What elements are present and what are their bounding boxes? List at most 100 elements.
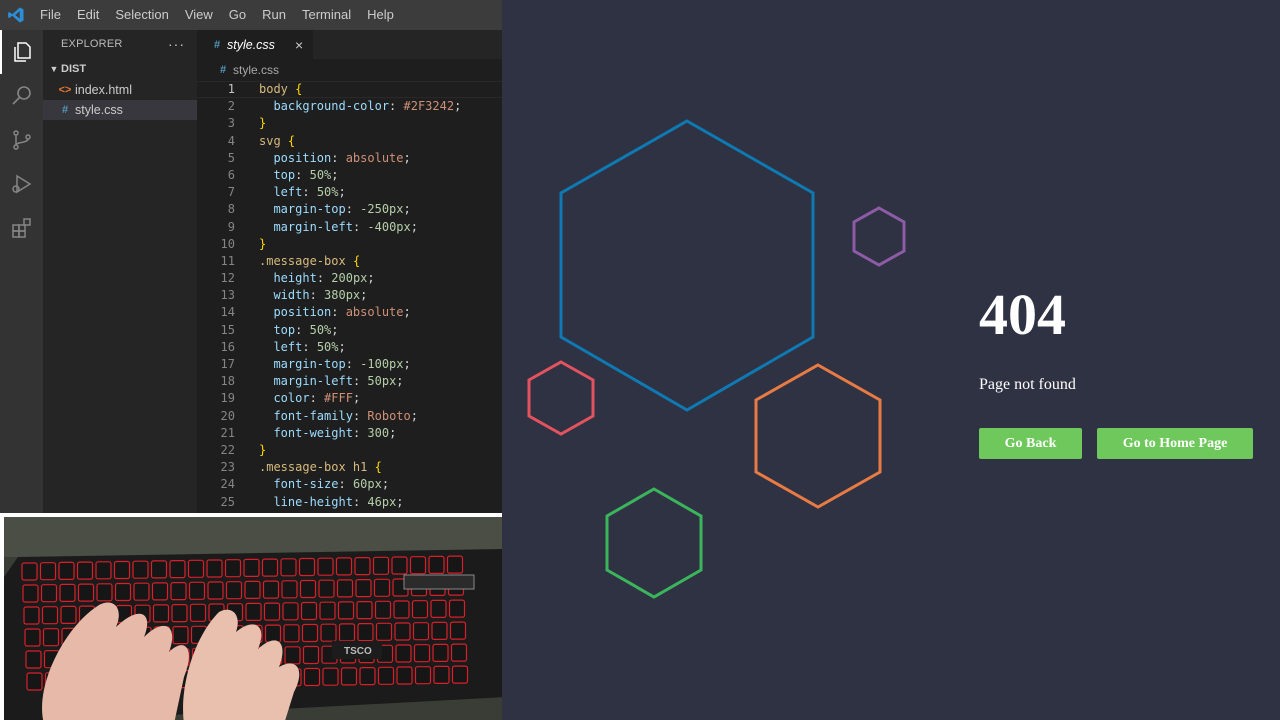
breadcrumb[interactable]: # style.css — [197, 59, 502, 81]
search-icon[interactable] — [0, 74, 43, 118]
code-token: ; — [410, 219, 418, 234]
keyboard-key — [354, 556, 371, 576]
code-line[interactable]: 15 top: 50%; — [197, 322, 502, 339]
code-editor[interactable]: 1 body {2 background-color: #2F3242; 3} 4 sv… — [197, 81, 502, 511]
line-number: 21 — [220, 425, 235, 440]
code-token: : — [352, 374, 368, 389]
code-token: { — [352, 253, 361, 268]
code-line[interactable]: 22} — [197, 442, 502, 459]
code-line[interactable]: 25 line-height: 46px; — [197, 494, 502, 511]
code-token: left — [273, 339, 303, 354]
code-token: position — [273, 305, 332, 320]
folder-dist[interactable]: ▼ DIST — [43, 58, 197, 80]
code-line[interactable]: 19 color: #FFF; — [197, 390, 502, 407]
keyboard-key — [282, 602, 299, 621]
code-token: ; — [338, 185, 346, 200]
line-number: 2 — [227, 99, 235, 114]
code-line[interactable]: 3} — [197, 115, 502, 132]
code-line[interactable]: 20 font-family: Roboto; — [197, 408, 502, 425]
menu-edit[interactable]: Edit — [69, 0, 107, 30]
keyboard-key — [42, 628, 60, 647]
code-line[interactable]: 24 font-size: 60px; — [197, 476, 502, 493]
keyboard-key — [300, 601, 318, 621]
keyboard-key — [96, 583, 113, 602]
line-number: 12 — [220, 271, 235, 286]
code-line[interactable]: 11 .message-box { — [197, 253, 502, 270]
code-token: ; — [403, 150, 411, 165]
code-line[interactable]: 2 background-color: #2F3242; — [197, 98, 502, 115]
code-line[interactable]: 23 .message-box h1 { — [197, 459, 502, 476]
code-line[interactable]: 14 position: absolute; — [197, 304, 502, 321]
line-number: 23 — [220, 460, 235, 475]
code-line[interactable]: 8 margin-top: -250px; — [197, 201, 502, 218]
code-line[interactable]: 16 left: 50%; — [197, 339, 502, 356]
file-name: style.css — [75, 103, 123, 117]
code-token: : — [352, 425, 368, 440]
line-number: 5 — [227, 150, 235, 165]
message-box: 404 Page not found Go Back Go to Home Pa… — [979, 280, 1279, 459]
keyboard-key — [95, 561, 112, 580]
code-line[interactable]: 12 height: 200px; — [197, 270, 502, 287]
line-number: 17 — [220, 357, 235, 371]
css-file-icon: # — [219, 64, 227, 76]
code-line[interactable]: 10} — [197, 236, 502, 253]
source-control-icon[interactable] — [0, 118, 43, 162]
line-number: 13 — [220, 288, 235, 303]
code-line[interactable]: 5 position: absolute; — [197, 150, 502, 167]
file-style-css[interactable]: # style.css — [43, 100, 197, 120]
line-number: 7 — [227, 185, 235, 200]
hexagon-orange-medium — [754, 363, 882, 509]
explorer-header: EXPLORER ··· — [43, 30, 197, 58]
keyboard-key — [244, 580, 261, 600]
menu-help[interactable]: Help — [359, 0, 402, 30]
line-content: font-weight: 300; — [235, 425, 396, 442]
line-number: 8 — [227, 202, 235, 217]
go-home-button[interactable]: Go to Home Page — [1097, 428, 1253, 459]
code-token: margin-top — [273, 357, 346, 371]
menu-file[interactable]: File — [32, 0, 69, 30]
code-token: ; — [396, 494, 404, 509]
keyboard-key — [299, 579, 317, 599]
line-number: 18 — [220, 374, 235, 389]
tab-style-css[interactable]: # style.css × — [197, 30, 314, 59]
keyboard-key — [114, 582, 132, 602]
keyboard-key — [448, 599, 466, 618]
code-token: ; — [410, 408, 418, 423]
code-line[interactable]: 6 top: 50%; — [197, 167, 502, 184]
code-line[interactable]: 17 margin-top: -100px; — [197, 356, 502, 373]
code-token: ; — [367, 271, 375, 286]
code-token: font-family — [273, 408, 353, 423]
code-line[interactable]: 7 left: 50%; — [197, 184, 502, 201]
keyboard-key — [224, 559, 242, 578]
menu-run[interactable]: Run — [254, 0, 294, 30]
go-back-button[interactable]: Go Back — [979, 428, 1082, 459]
line-number: 20 — [220, 408, 235, 423]
keyboard-key — [357, 622, 374, 642]
keyboard-key — [412, 622, 430, 641]
menu-view[interactable]: View — [177, 0, 221, 30]
menu-selection[interactable]: Selection — [107, 0, 176, 30]
close-icon[interactable]: × — [295, 37, 303, 53]
code-line[interactable]: 18 margin-left: 50px; — [197, 373, 502, 390]
code-line[interactable]: 4 svg { — [197, 133, 502, 150]
keyboard-key — [150, 560, 168, 579]
line-content: line-height: 46px; — [235, 494, 404, 511]
menu-terminal[interactable]: Terminal — [294, 0, 359, 30]
keyboard-key — [432, 643, 449, 663]
line-content: top: 50%; — [235, 167, 338, 184]
run-debug-icon[interactable] — [0, 162, 43, 206]
explorer-icon[interactable] — [0, 30, 43, 74]
code-token: 50px — [367, 374, 397, 389]
code-token: height — [273, 271, 317, 286]
keyboard-key — [394, 622, 411, 641]
code-line[interactable]: 13 width: 380px; — [197, 287, 502, 304]
code-token: absolute — [345, 150, 404, 165]
extensions-icon[interactable] — [0, 206, 43, 250]
menu-go[interactable]: Go — [221, 0, 254, 30]
file-index-html[interactable]: <> index.html — [43, 80, 197, 100]
more-actions-icon[interactable]: ··· — [168, 36, 185, 52]
code-line[interactable]: 21 font-weight: 300; — [197, 425, 502, 442]
code-line[interactable]: 9 margin-left: -400px; — [197, 219, 502, 236]
